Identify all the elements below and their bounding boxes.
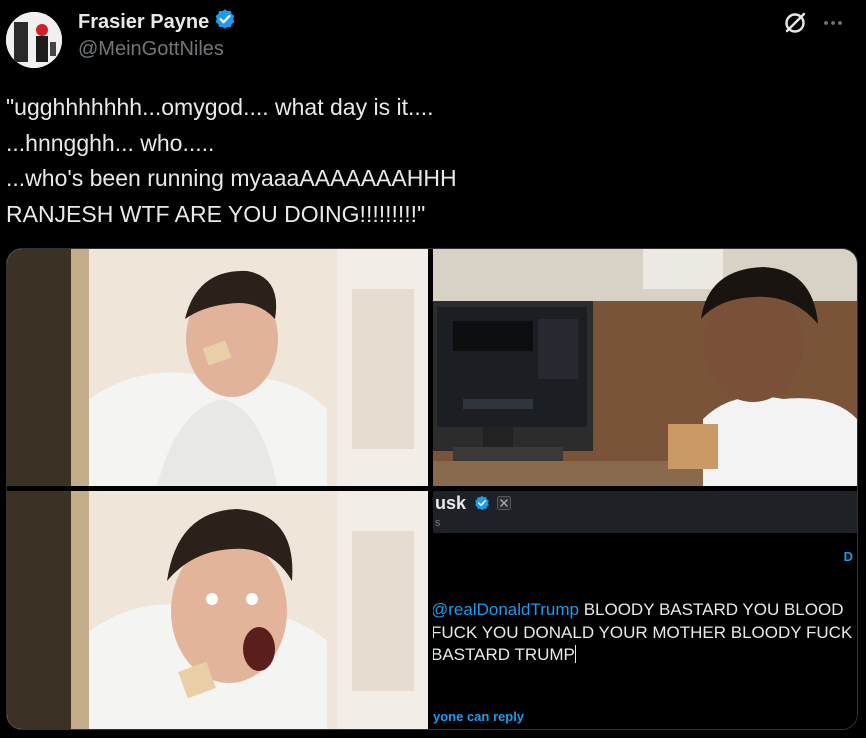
grok-icon[interactable]: [782, 10, 808, 41]
verified-badge-icon: [475, 495, 489, 511]
header-actions: [782, 10, 844, 41]
composer-mention: @realDonaldTrump: [433, 600, 579, 619]
media-image-4[interactable]: usk s D @realDonaldTrump BLOODY BASTARD …: [433, 491, 857, 729]
x-logo-icon: [497, 496, 512, 510]
profile-name[interactable]: usk: [435, 493, 512, 514]
author-block: Frasier Payne @MeinGottNiles: [78, 8, 236, 61]
author-handle[interactable]: @MeinGottNiles: [78, 38, 236, 61]
composer-line-1: BLOODY BASTARD YOU BLOOD: [578, 600, 844, 619]
composer-line-2: FUCK YOU DONALD YOUR MOTHER BLOODY FUCK: [433, 622, 853, 642]
profile-bar: usk s: [433, 491, 857, 533]
avatar-image: [6, 12, 62, 68]
media-image-2[interactable]: [433, 249, 857, 486]
composer-line-3: BASTARD TRUMP: [433, 645, 575, 664]
tweet-text: "ugghhhhhhh...omygod.... what day is it.…: [6, 94, 457, 227]
media-image-3[interactable]: [7, 491, 428, 729]
more-options-icon[interactable]: [822, 12, 844, 39]
text-cursor: [574, 645, 576, 663]
author-name[interactable]: Frasier Payne: [78, 11, 209, 34]
profile-sub: s: [435, 517, 441, 529]
reply-setting[interactable]: yone can reply: [433, 709, 524, 724]
media-image-1[interactable]: [7, 249, 428, 486]
drafts-link[interactable]: D: [844, 549, 853, 564]
verified-badge-icon[interactable]: [214, 8, 236, 36]
media-grid[interactable]: usk s D @realDonaldTrump BLOODY BASTARD …: [6, 248, 858, 730]
avatar[interactable]: [6, 12, 62, 68]
post-composer-text[interactable]: @realDonaldTrump BLOODY BASTARD YOU BLOO…: [433, 599, 857, 667]
